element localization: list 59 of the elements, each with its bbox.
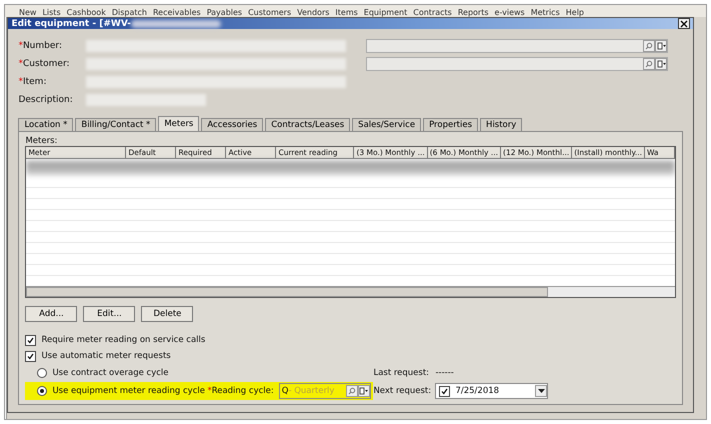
field-label: *Reading cycle:: [207, 386, 274, 396]
dropdown-button[interactable]: [655, 58, 668, 70]
field-label: Description:: [18, 94, 74, 104]
field-label: *Customer:: [18, 58, 71, 68]
toolbar-item[interactable]: Items: [335, 8, 358, 17]
section-label: Meters:: [25, 136, 58, 146]
field-label: *Number:: [18, 40, 63, 50]
tab[interactable]: Billing/Contact *: [75, 118, 156, 131]
toolbar-item[interactable]: New: [19, 8, 36, 17]
checkbox[interactable]: [25, 350, 36, 362]
tab[interactable]: Meters: [158, 116, 200, 131]
toolbar-item[interactable]: Contracts: [413, 8, 452, 17]
toolbar-item[interactable]: e-views: [494, 8, 525, 17]
toolbar-item[interactable]: Cashbook: [66, 8, 106, 17]
checkbox-label: Require meter reading on service calls: [41, 335, 206, 345]
toolbar-item[interactable]: Payables: [206, 8, 242, 17]
scrollbar[interactable]: [26, 286, 675, 297]
radio-button[interactable]: [37, 368, 48, 378]
field-label: Next request:: [373, 386, 432, 396]
toolbar-item[interactable]: Help: [566, 8, 584, 17]
date-field[interactable]: 7/25/2018: [435, 383, 548, 399]
toolbar-item[interactable]: Vendors: [297, 8, 330, 17]
checkbox[interactable]: [25, 334, 36, 346]
toolbar-item[interactable]: Customers: [248, 8, 292, 17]
action-button[interactable]: Add...: [25, 306, 78, 322]
dropdown-button[interactable]: [358, 385, 370, 397]
toolbar-item[interactable]: Reports: [458, 8, 489, 17]
dropdown-button[interactable]: [535, 385, 548, 397]
toolbar-item[interactable]: Receivables: [152, 8, 201, 17]
tab[interactable]: Properties: [423, 118, 478, 131]
toolbar-item[interactable]: Equipment: [364, 8, 408, 17]
field-label: *Item:: [18, 76, 48, 86]
tab[interactable]: Location *: [18, 118, 74, 131]
window-title: Edit equipment - [#WV-: [11, 18, 131, 28]
checkbox[interactable]: [439, 386, 450, 396]
toolbar-item[interactable]: Dispatch: [112, 8, 147, 17]
checkbox-label: Use automatic meter requests: [41, 351, 171, 361]
close-button[interactable]: [678, 18, 690, 29]
lookup-field[interactable]: [366, 56, 668, 70]
radio-label: Use equipment meter reading cycle: [52, 386, 202, 396]
tab[interactable]: Accessories: [201, 118, 264, 131]
tab[interactable]: Sales/Service: [352, 118, 422, 131]
field-label: Last request:: [373, 368, 430, 378]
action-button[interactable]: Delete: [141, 306, 194, 322]
action-button[interactable]: Edit...: [83, 306, 136, 322]
toolbar-item[interactable]: Metrics: [530, 8, 560, 17]
last-request-value: ------: [435, 368, 454, 378]
lookup-field[interactable]: [366, 38, 668, 52]
search-button[interactable]: [643, 58, 656, 70]
search-button[interactable]: [346, 385, 358, 397]
reading-cycle-field[interactable]: Q- Quarterly: [278, 383, 371, 399]
caret-icon: [538, 388, 545, 394]
toolbar-item[interactable]: Lists: [42, 8, 61, 17]
tab[interactable]: Contracts/Leases: [265, 118, 350, 131]
tab[interactable]: History: [480, 118, 522, 131]
radio-label: Use contract overage cycle: [52, 368, 170, 378]
search-button[interactable]: [643, 40, 656, 52]
dropdown-button[interactable]: [655, 40, 668, 52]
radio-button[interactable]: [37, 386, 48, 396]
